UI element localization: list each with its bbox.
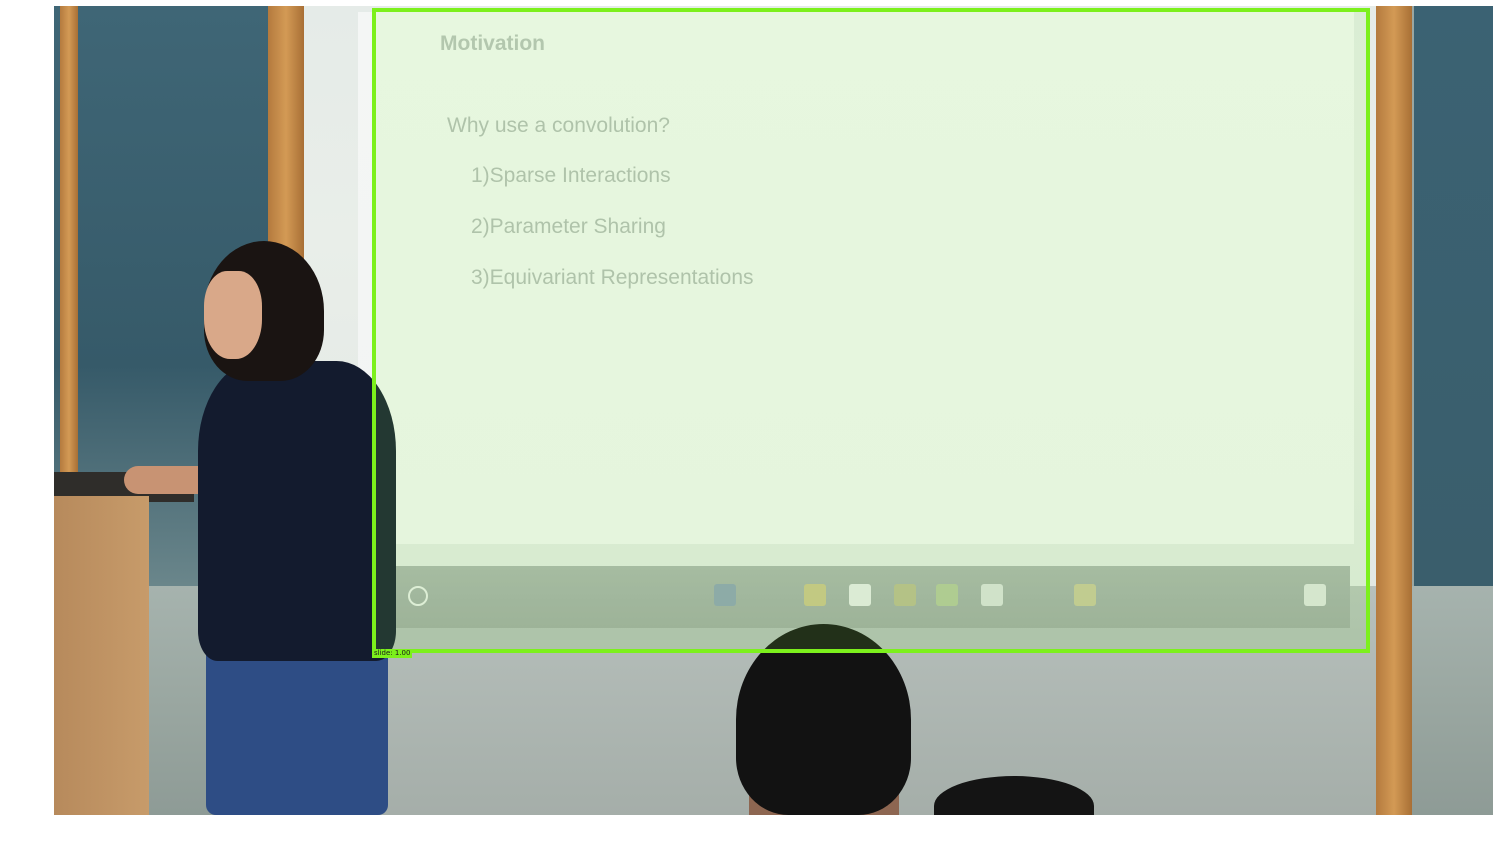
folder-icon <box>804 584 826 606</box>
taskview-icon <box>714 584 736 606</box>
presenter-top <box>198 361 396 661</box>
visual-studio-icon <box>981 584 1003 606</box>
wooden-frame-left-outer <box>60 6 78 476</box>
search-circle-icon <box>408 586 428 606</box>
office-icon <box>849 584 871 606</box>
student-head <box>736 624 911 815</box>
chrome-icon <box>894 584 916 606</box>
slide-item: 2)Parameter Sharing <box>471 215 666 238</box>
app-icon <box>1074 584 1096 606</box>
classroom-photo <box>54 6 1493 815</box>
slide-title: Motivation <box>440 32 545 55</box>
wooden-frame-right <box>1376 6 1412 815</box>
slide-item: 3)Equivariant Representations <box>471 266 754 289</box>
document-icon <box>936 584 958 606</box>
slide-question: Why use a convolution? <box>447 114 670 137</box>
notification-icon <box>1304 584 1326 606</box>
right-wall <box>1414 6 1493 586</box>
presenter-face <box>204 271 262 359</box>
presenter-jeans <box>206 646 388 815</box>
podium <box>54 496 149 815</box>
slide-item: 1)Sparse Interactions <box>471 164 671 187</box>
projected-taskbar <box>384 566 1350 628</box>
detection-label: slide: 1.00 <box>372 649 413 658</box>
